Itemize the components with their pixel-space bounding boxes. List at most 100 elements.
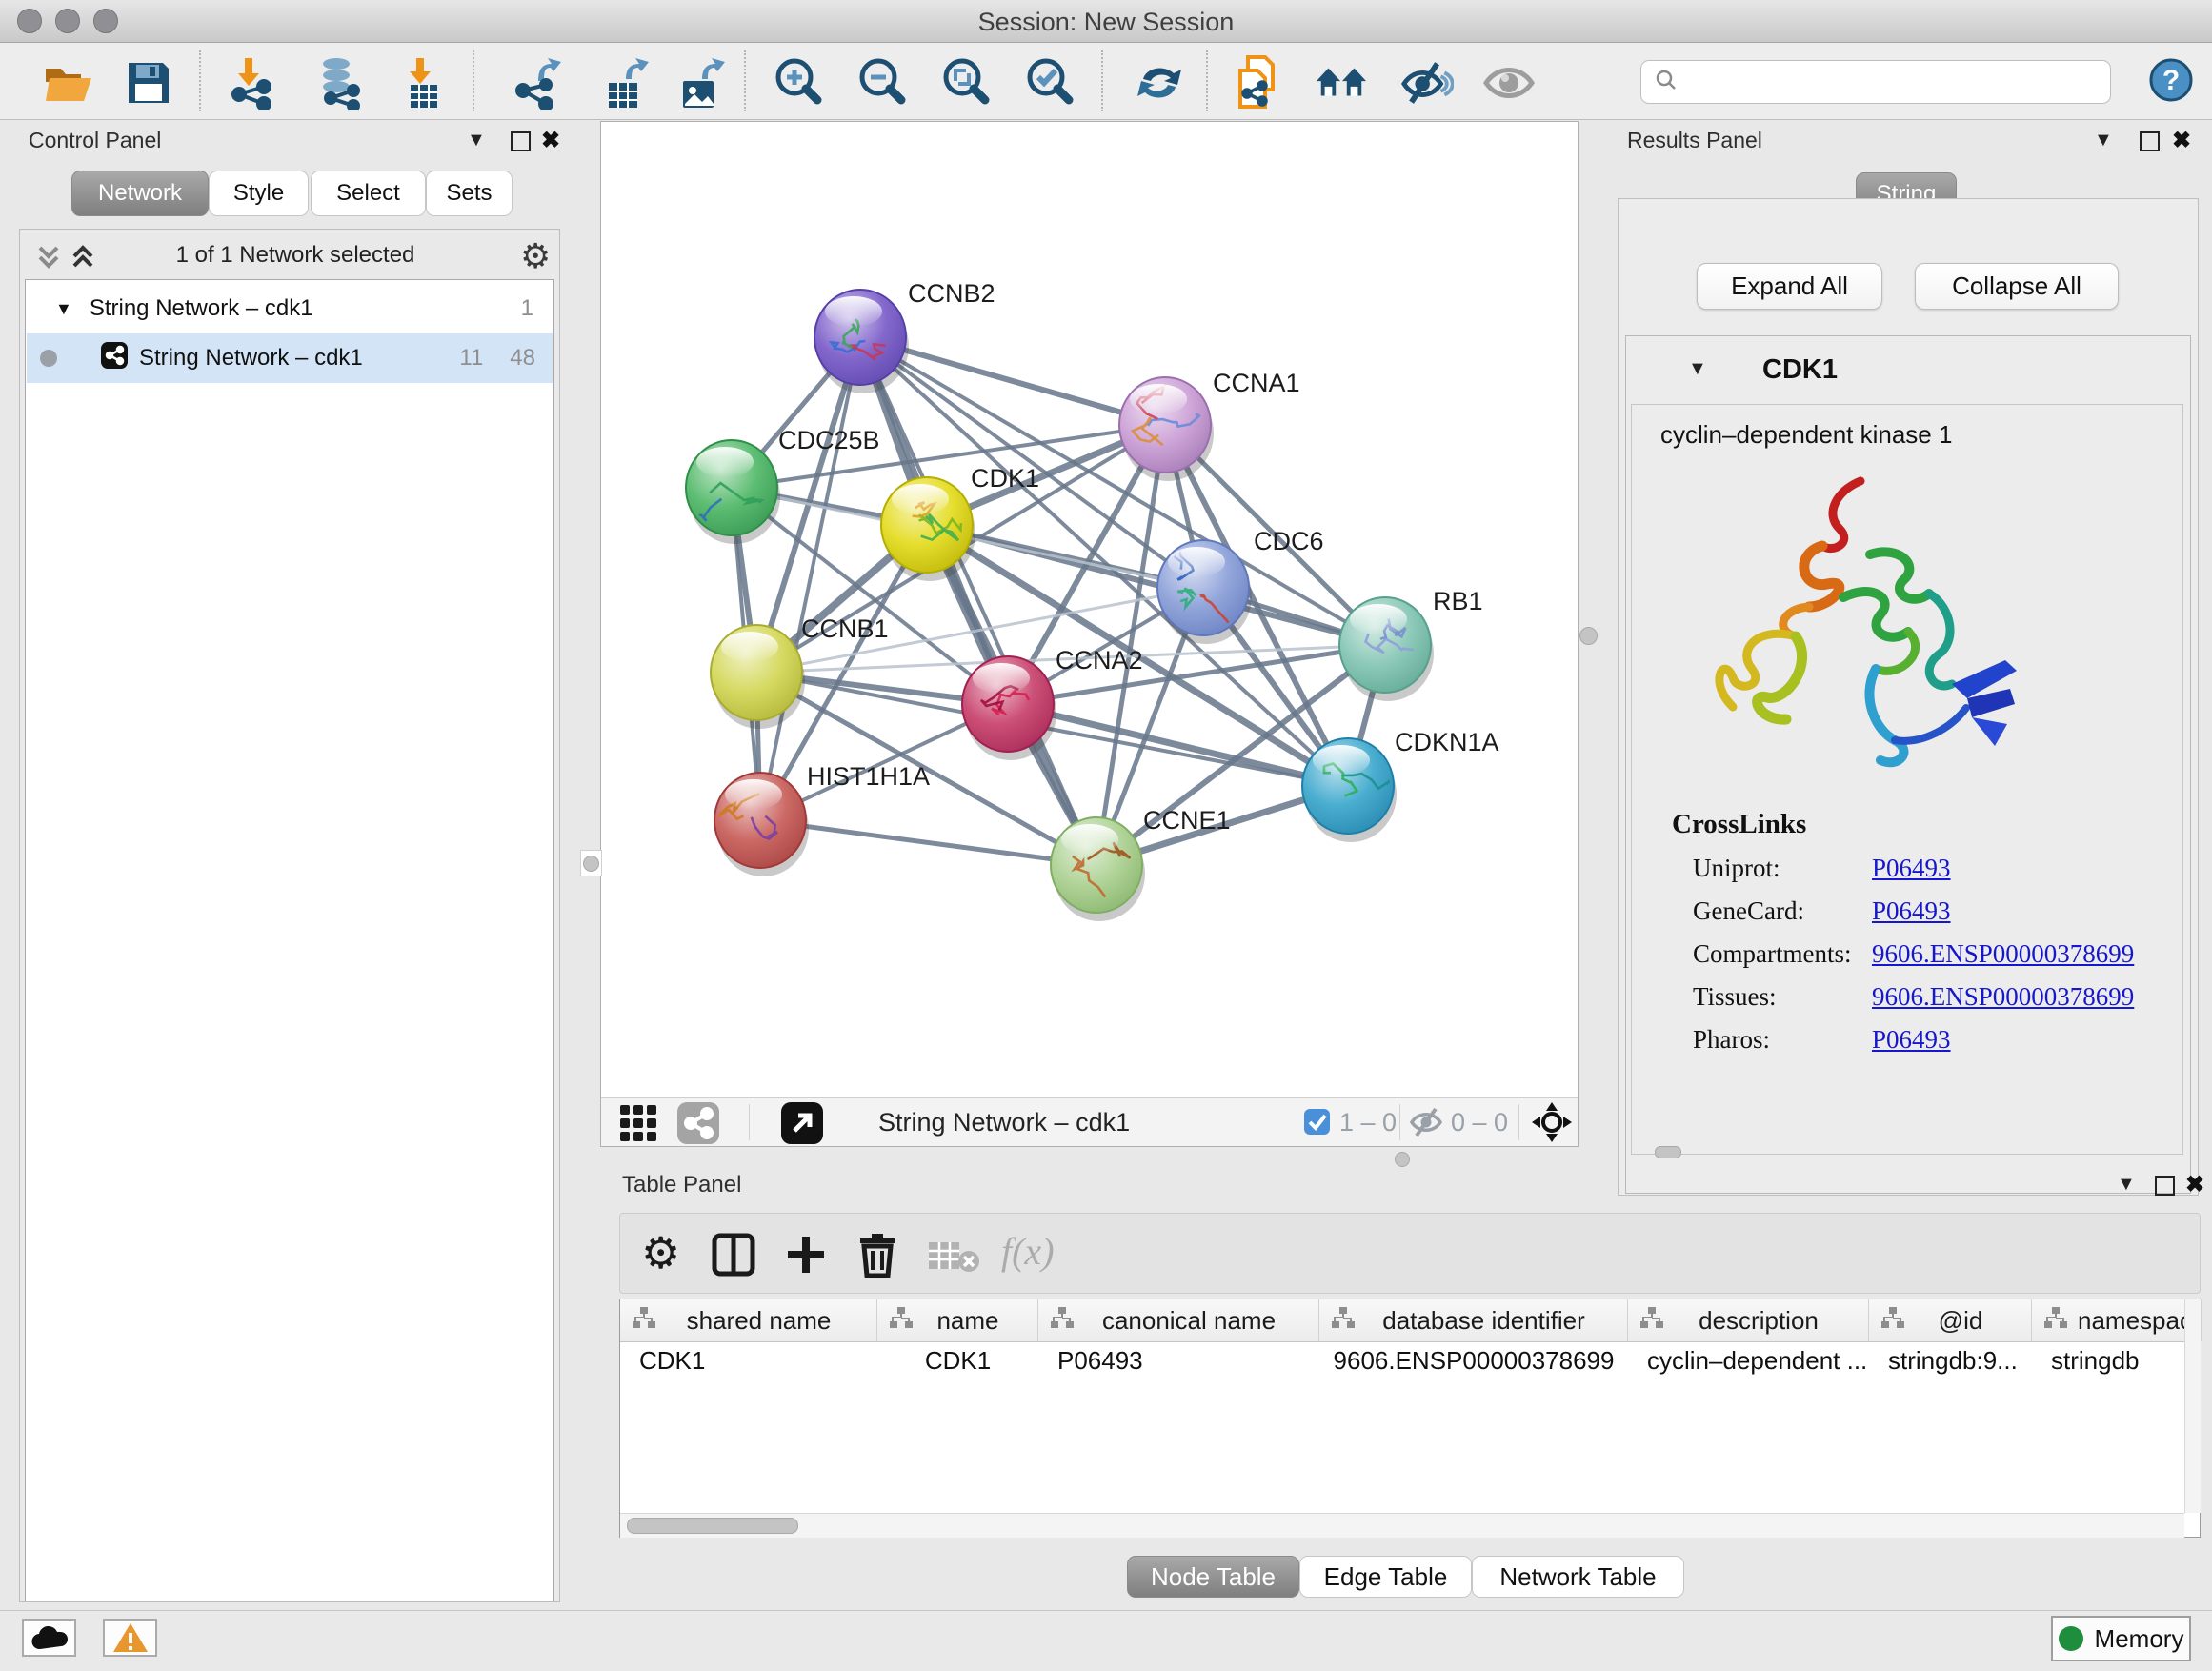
crosslink-url[interactable]: P06493 [1872, 1025, 1951, 1055]
network-share-icon[interactable] [677, 1102, 719, 1149]
node-HIST1H1A[interactable]: HIST1H1A [714, 762, 930, 876]
table-hscrollbar-handle[interactable] [627, 1518, 798, 1534]
export-network-icon[interactable] [509, 56, 562, 110]
add-column-icon[interactable] [784, 1233, 828, 1281]
column-header-namespace[interactable]: namespace [2032, 1299, 2202, 1341]
table-cell[interactable]: CDK1 [877, 1341, 1038, 1379]
table-vscrollbar-track[interactable] [2184, 1299, 2201, 1513]
left-splitter-handle[interactable] [580, 850, 602, 876]
expand-all-button[interactable]: Expand All [1697, 263, 1882, 310]
grid-view-icon[interactable] [618, 1103, 658, 1148]
column-header-label: @id [1915, 1306, 2031, 1336]
crosslink-label: GeneCard: [1693, 896, 1872, 926]
results-hscrollbar-handle[interactable] [1655, 1146, 1681, 1158]
refresh-layout-icon[interactable] [1133, 56, 1186, 110]
function-builder-icon[interactable]: f(x) [1001, 1229, 1055, 1274]
node-CDK1[interactable]: CDK1 [881, 464, 1039, 581]
control-panel-menu-icon[interactable]: ▼ [467, 130, 486, 151]
search-input[interactable] [1687, 68, 2110, 96]
collection-expander-icon[interactable]: ▼ [55, 299, 72, 319]
results-panel-close-icon[interactable]: ✖ [2172, 127, 2191, 154]
gene-section-expander-icon[interactable]: ▼ [1688, 358, 1707, 380]
import-table-icon[interactable] [396, 56, 450, 110]
table-cell[interactable]: CDK1 [620, 1341, 877, 1379]
save-session-icon[interactable] [122, 56, 175, 110]
export-image-icon[interactable] [673, 56, 726, 110]
column-header-label: canonical name [1084, 1306, 1318, 1336]
edge-HIST1H1A-CCNE1[interactable] [760, 820, 1096, 865]
memory-button[interactable]: Memory [2051, 1616, 2191, 1661]
table-cell[interactable]: stringdb [2032, 1341, 2202, 1379]
tab-style[interactable]: Style [209, 171, 309, 216]
tab-node-table[interactable]: Node Table [1127, 1556, 1299, 1598]
network-row-selected[interactable]: String Network – cdk1 11 48 [27, 333, 553, 383]
right-splitter-handle[interactable] [1579, 627, 1598, 645]
collapse-all-button[interactable]: Collapse All [1915, 263, 2119, 310]
network-canvas[interactable]: CCNB2CCNA1CDC25BCDK1CDC6RB1CCNB1CCNA2CDK… [601, 122, 1578, 1098]
crosslink-label: Pharos: [1693, 1025, 1872, 1055]
zoom-fit-icon[interactable] [939, 56, 993, 110]
hide-selected-icon[interactable] [1400, 56, 1454, 110]
results-panel-float-icon[interactable] [2140, 131, 2160, 151]
warnings-button[interactable] [103, 1619, 157, 1657]
open-session-icon[interactable] [42, 56, 95, 110]
zoom-selected-icon[interactable] [1023, 56, 1076, 110]
column-header-database-identifier[interactable]: database identifier [1319, 1299, 1628, 1341]
column-header-name[interactable]: name [877, 1299, 1038, 1341]
node-CCNA1[interactable]: CCNA1 [1119, 369, 1300, 481]
node-CDKN1A[interactable]: CDKN1A [1302, 728, 1499, 842]
tab-edge-table[interactable]: Edge Table [1299, 1556, 1472, 1598]
table-panel-menu-icon[interactable]: ▼ [2117, 1174, 2136, 1196]
column-header-canonical-name[interactable]: canonical name [1038, 1299, 1319, 1341]
hidden-eye-slash-icon[interactable] [1409, 1108, 1445, 1141]
table-panel-float-icon[interactable] [2155, 1176, 2175, 1196]
table-hscrollbar-track[interactable] [620, 1513, 2184, 1538]
network-options-gear-icon[interactable]: ⚙ [520, 236, 551, 276]
show-columns-icon[interactable] [712, 1233, 755, 1281]
show-all-icon[interactable] [1482, 56, 1536, 110]
control-panel-float-icon[interactable] [511, 131, 531, 151]
import-database-icon[interactable] [312, 56, 366, 110]
control-panel-close-icon[interactable]: ✖ [541, 127, 560, 154]
crosslinks-list: Uniprot:P06493GeneCard:P06493Compartment… [1632, 854, 2182, 1055]
table-cell[interactable]: stringdb:9... [1869, 1341, 2032, 1379]
bottom-splitter-handle[interactable] [1395, 1152, 1410, 1167]
column-header-shared-name[interactable]: shared name [620, 1299, 877, 1341]
table-panel-close-icon[interactable]: ✖ [2185, 1171, 2204, 1198]
table-cell[interactable]: cyclin–dependent ... [1628, 1341, 1869, 1379]
table-settings-gear-icon[interactable]: ⚙ [641, 1227, 680, 1278]
collapse-all-networks-icon[interactable] [34, 240, 63, 277]
zoom-out-icon[interactable] [855, 56, 909, 110]
import-network-icon[interactable] [225, 56, 278, 110]
delete-column-trash-icon[interactable] [856, 1231, 898, 1283]
help-button[interactable]: ? [2149, 58, 2193, 102]
node-CDC6[interactable]: CDC6 [1157, 527, 1324, 644]
network-collection-row[interactable]: ▼ String Network – cdk1 1 [27, 284, 553, 333]
export-table-icon[interactable] [596, 56, 650, 110]
results-panel-menu-icon[interactable]: ▼ [2094, 130, 2113, 151]
table-cell[interactable]: P06493 [1038, 1341, 1319, 1379]
fit-content-crosshair-icon[interactable] [1531, 1101, 1573, 1148]
column-header-description[interactable]: description [1628, 1299, 1869, 1341]
cloud-status-button[interactable] [22, 1619, 76, 1657]
crosslink-url[interactable]: 9606.ENSP00000378699 [1872, 982, 2134, 1012]
tab-network[interactable]: Network [71, 171, 209, 216]
node-RB1[interactable]: RB1 [1339, 587, 1483, 701]
column-header-@id[interactable]: @id [1869, 1299, 2032, 1341]
delete-table-icon[interactable] [927, 1238, 980, 1279]
node-CCNE1[interactable]: CCNE1 [1051, 806, 1231, 921]
crosslink-url[interactable]: P06493 [1872, 896, 1951, 926]
tab-network-table[interactable]: Network Table [1472, 1556, 1684, 1598]
crosslink-url[interactable]: 9606.ENSP00000378699 [1872, 939, 2134, 969]
first-neighbors-icon[interactable] [1315, 56, 1368, 110]
duplicate-network-icon[interactable] [1233, 56, 1286, 110]
table-panel-title: Table Panel [622, 1172, 741, 1198]
zoom-in-icon[interactable] [772, 56, 825, 110]
crosslink-url[interactable]: P06493 [1872, 854, 1951, 883]
expand-all-networks-icon[interactable] [69, 240, 97, 277]
open-in-window-icon[interactable] [781, 1102, 823, 1149]
selected-checkbox-icon[interactable] [1304, 1109, 1330, 1139]
tab-sets[interactable]: Sets [426, 171, 513, 216]
tab-select[interactable]: Select [311, 171, 426, 216]
table-cell[interactable]: 9606.ENSP00000378699 [1319, 1341, 1628, 1379]
